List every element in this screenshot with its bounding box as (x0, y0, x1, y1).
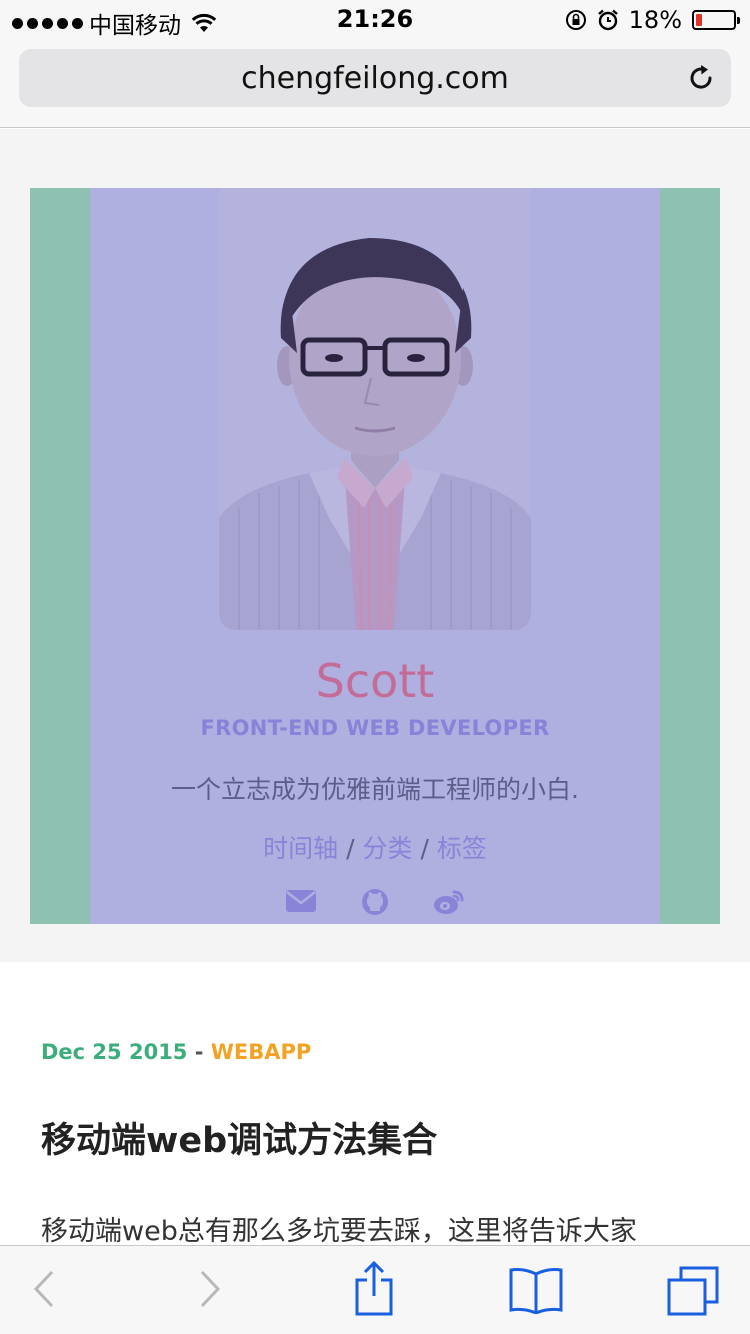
mail-icon[interactable] (285, 888, 317, 914)
battery-percent: 18% (628, 6, 682, 34)
author-bio: 一个立志成为优雅前端工程师的小白. (171, 775, 579, 804)
post-excerpt: 移动端web总有那么多坑要去踩，这里将告诉大家 (41, 1216, 637, 1244)
profile-card: Scott FRONT-END WEB DEVELOPER 一个立志成为优雅前端… (90, 188, 660, 924)
alarm-icon (597, 9, 618, 31)
link-categories[interactable]: 分类 (362, 834, 412, 863)
post-title[interactable]: 移动端web调试方法集合 (41, 1112, 437, 1163)
forward-icon[interactable] (198, 1264, 224, 1314)
github-icon[interactable] (361, 888, 389, 916)
address-bar[interactable]: chengfeilong.com (19, 49, 731, 107)
post-meta-separator: - (194, 1040, 204, 1064)
bookmarks-icon[interactable] (508, 1266, 564, 1314)
post-preview: Dec 25 2015 - WEBAPP 移动端web调试方法集合 移动端web… (0, 962, 750, 1244)
browser-toolbar (0, 1245, 750, 1334)
share-icon[interactable] (353, 1260, 395, 1316)
author-avatar (219, 188, 531, 630)
tabs-icon[interactable] (667, 1266, 719, 1316)
reload-icon[interactable] (685, 62, 717, 94)
back-icon[interactable] (30, 1264, 56, 1314)
link-tags[interactable]: 标签 (437, 834, 487, 863)
author-name: Scott (315, 654, 435, 708)
url-text[interactable]: chengfeilong.com (19, 61, 731, 96)
author-role: FRONT-END WEB DEVELOPER (200, 716, 550, 740)
browser-nav-bar: chengfeilong.com (0, 40, 750, 128)
link-timeline[interactable]: 时间轴 (263, 834, 338, 863)
link-separator: / (420, 834, 429, 863)
site-header: Scott FRONT-END WEB DEVELOPER 一个立志成为优雅前端… (0, 129, 750, 962)
status-right: 18% (565, 6, 740, 34)
weibo-icon[interactable] (433, 888, 465, 916)
post-category[interactable]: WEBAPP (211, 1040, 312, 1064)
battery-level (696, 14, 702, 26)
author-links: 时间轴 / 分类 / 标签 (90, 829, 660, 865)
status-bar: 中国移动 21:26 18% (0, 0, 750, 40)
link-separator: / (346, 834, 355, 863)
post-meta: Dec 25 2015 - WEBAPP (41, 1040, 311, 1064)
header-frame: Scott FRONT-END WEB DEVELOPER 一个立志成为优雅前端… (30, 188, 720, 924)
battery-icon (692, 10, 740, 30)
social-links (90, 888, 660, 916)
post-date: Dec 25 2015 (41, 1040, 188, 1064)
orientation-lock-icon (565, 10, 586, 30)
